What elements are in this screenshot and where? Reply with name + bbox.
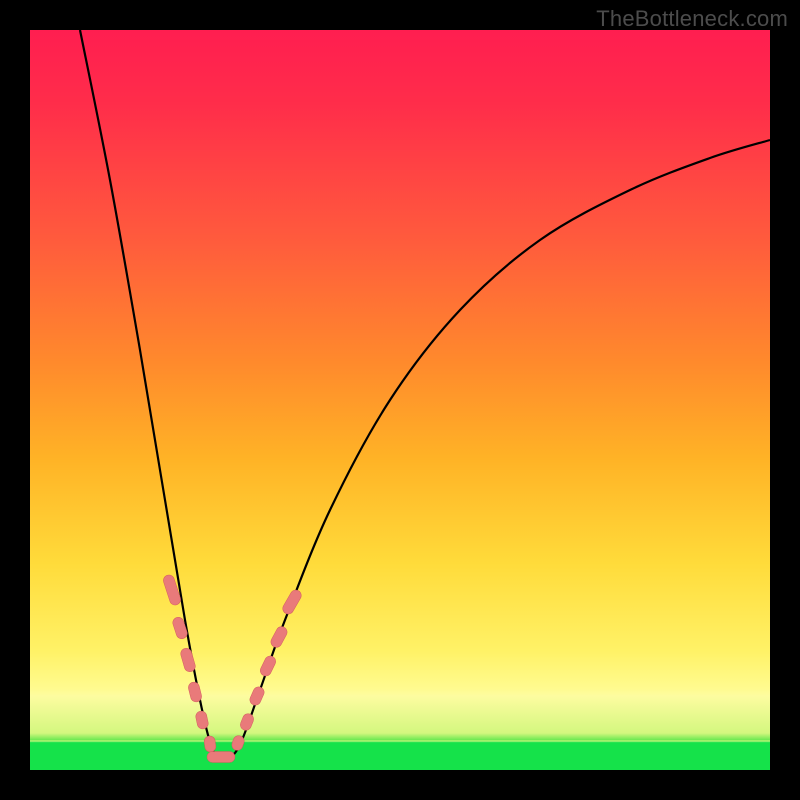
dash-marker bbox=[239, 712, 256, 732]
dash-marker bbox=[281, 588, 304, 616]
dash-marker bbox=[195, 710, 210, 730]
chart-container: TheBottleneck.com bbox=[0, 0, 800, 800]
dash-marker bbox=[207, 752, 235, 763]
dash-marker bbox=[179, 647, 196, 673]
dash-marker bbox=[187, 681, 203, 703]
dash-marker bbox=[171, 616, 188, 640]
dash-marker bbox=[258, 654, 277, 678]
dash-markers-group bbox=[162, 574, 303, 763]
curve-layer bbox=[30, 30, 770, 770]
dash-marker bbox=[203, 735, 216, 752]
watermark-text: TheBottleneck.com bbox=[596, 6, 788, 32]
dash-marker bbox=[248, 685, 266, 707]
dash-marker bbox=[269, 625, 289, 650]
